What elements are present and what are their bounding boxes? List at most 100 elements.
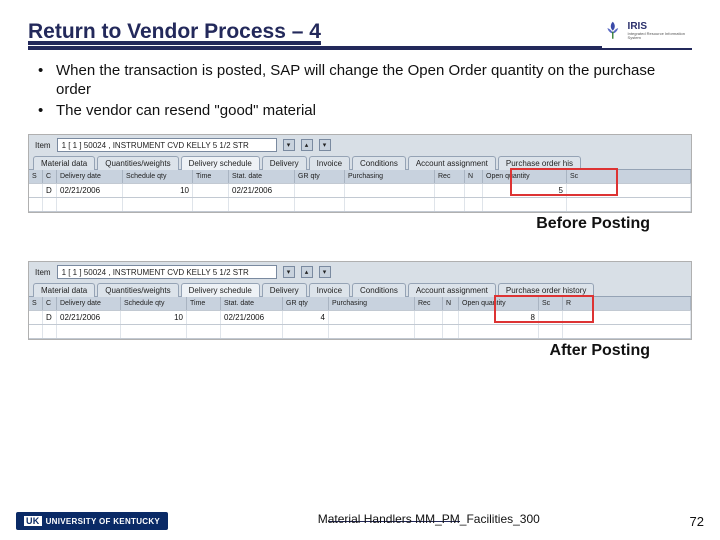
cell-sched-qty: 10 (123, 184, 193, 197)
tab-delivery[interactable]: Delivery (262, 283, 307, 297)
grid-header-row: S C Delivery date Schedule qty Time Stat… (29, 297, 691, 311)
col-rec: Rec (435, 170, 465, 183)
tab-strip: Material data Quantities/weights Deliver… (29, 282, 691, 297)
tab-quantities[interactable]: Quantities/weights (97, 156, 178, 170)
col-n: N (465, 170, 483, 183)
item-label: Item (35, 268, 51, 277)
grid-empty-row (29, 325, 691, 339)
col-sc: Sc (567, 170, 691, 183)
col-purchasing: Purchasing (345, 170, 435, 183)
tab-po-history[interactable]: Purchase order history (498, 283, 594, 297)
tab-invoice[interactable]: Invoice (309, 156, 350, 170)
item-label: Item (35, 141, 51, 150)
cell-n (465, 184, 483, 197)
col-sched-qty: Schedule qty (123, 170, 193, 183)
nav-down-icon[interactable]: ▾ (319, 139, 331, 151)
cell-gr-qty (295, 184, 345, 197)
slide-footer: UK UNIVERSITY OF KENTUCKY Material Handl… (0, 512, 720, 530)
dropdown-icon[interactable]: ▾ (283, 139, 295, 151)
tab-strip: Material data Quantities/weights Deliver… (29, 155, 691, 170)
tab-conditions[interactable]: Conditions (352, 156, 406, 170)
iris-flower-icon (602, 19, 624, 43)
cell-gr-qty: 4 (283, 311, 329, 324)
col-delivery-date: Delivery date (57, 297, 121, 310)
tab-delivery-schedule[interactable]: Delivery schedule (181, 283, 260, 297)
cell-c: D (43, 311, 57, 324)
iris-subtext: Integrated Resource Information System (628, 32, 692, 40)
col-stat-date: Stat. date (221, 297, 283, 310)
dropdown-icon[interactable]: ▾ (283, 266, 295, 278)
sap-panel-before: Item 1 [ 1 ] 50024 , INSTRUMENT CVD KELL… (28, 134, 692, 213)
col-c: C (43, 170, 57, 183)
uk-badge: UK (24, 516, 42, 526)
tab-po-history[interactable]: Purchase order his (498, 156, 581, 170)
grid-after: S C Delivery date Schedule qty Time Stat… (29, 297, 691, 339)
bullet-list: When the transaction is posted, SAP will… (0, 50, 720, 130)
cell-s (29, 311, 43, 324)
tab-invoice[interactable]: Invoice (309, 283, 350, 297)
nav-down-icon[interactable]: ▾ (319, 266, 331, 278)
cell-s (29, 184, 43, 197)
grid-data-row[interactable]: D 02/21/2006 10 02/21/2006 4 8 (29, 311, 691, 325)
nav-up-icon[interactable]: ▴ (301, 139, 313, 151)
col-n: N (443, 297, 459, 310)
grid-empty-row (29, 198, 691, 212)
cell-stat-date: 02/21/2006 (229, 184, 295, 197)
uk-logo: UK UNIVERSITY OF KENTUCKY (16, 512, 168, 530)
col-r: R (563, 297, 691, 310)
col-gr-qty: GR qty (295, 170, 345, 183)
iris-logo: IRIS Integrated Resource Information Sys… (602, 14, 692, 48)
col-gr-qty: GR qty (283, 297, 329, 310)
cell-delivery-date: 02/21/2006 (57, 184, 123, 197)
col-stat-date: Stat. date (229, 170, 295, 183)
uk-text: UNIVERSITY OF KENTUCKY (46, 517, 160, 526)
sap-panel-after: Item 1 [ 1 ] 50024 , INSTRUMENT CVD KELL… (28, 261, 692, 340)
col-s: S (29, 297, 43, 310)
cell-open-qty: 5 (483, 184, 567, 197)
cell-sched-qty: 10 (121, 311, 187, 324)
cell-n (443, 311, 459, 324)
col-delivery-date: Delivery date (57, 170, 123, 183)
tab-quantities[interactable]: Quantities/weights (97, 283, 178, 297)
slide-title: Return to Vendor Process – 4 (28, 20, 602, 48)
col-rec: Rec (415, 297, 443, 310)
cell-sc (567, 184, 691, 197)
tab-delivery[interactable]: Delivery (262, 156, 307, 170)
tab-material-data[interactable]: Material data (33, 283, 95, 297)
bullet-item: The vendor can resend "good" material (56, 102, 674, 121)
footer-center-text: Material Handlers MM_PM_Facilities_300 (168, 512, 689, 526)
cell-stat-date: 02/21/2006 (221, 311, 283, 324)
item-dropdown[interactable]: 1 [ 1 ] 50024 , INSTRUMENT CVD KELLY 5 1… (57, 138, 277, 152)
tab-material-data[interactable]: Material data (33, 156, 95, 170)
col-open-qty: Open quantity (483, 170, 567, 183)
cell-sc (539, 311, 563, 324)
col-sc: Sc (539, 297, 563, 310)
col-open-qty: Open quantity (459, 297, 539, 310)
cell-r (563, 311, 691, 324)
grid-data-row[interactable]: D 02/21/2006 10 02/21/2006 5 (29, 184, 691, 198)
bullet-item: When the transaction is posted, SAP will… (56, 62, 674, 100)
tab-conditions[interactable]: Conditions (352, 283, 406, 297)
tab-account-assignment[interactable]: Account assignment (408, 283, 496, 297)
col-c: C (43, 297, 57, 310)
tab-delivery-schedule[interactable]: Delivery schedule (181, 156, 260, 170)
cell-time (187, 311, 221, 324)
cell-delivery-date: 02/21/2006 (57, 311, 121, 324)
col-purchasing: Purchasing (329, 297, 415, 310)
cell-c: D (43, 184, 57, 197)
cell-rec (435, 184, 465, 197)
col-sched-qty: Schedule qty (121, 297, 187, 310)
cell-purchasing (329, 311, 415, 324)
cell-open-qty: 8 (459, 311, 539, 324)
cell-purchasing (345, 184, 435, 197)
grid-header-row: S C Delivery date Schedule qty Time Stat… (29, 170, 691, 184)
caption-before: Before Posting (0, 215, 650, 233)
col-time: Time (187, 297, 221, 310)
page-number: 72 (690, 514, 704, 529)
nav-up-icon[interactable]: ▴ (301, 266, 313, 278)
tab-account-assignment[interactable]: Account assignment (408, 156, 496, 170)
caption-after: After Posting (0, 342, 650, 360)
col-time: Time (193, 170, 229, 183)
item-dropdown[interactable]: 1 [ 1 ] 50024 , INSTRUMENT CVD KELLY 5 1… (57, 265, 277, 279)
cell-rec (415, 311, 443, 324)
